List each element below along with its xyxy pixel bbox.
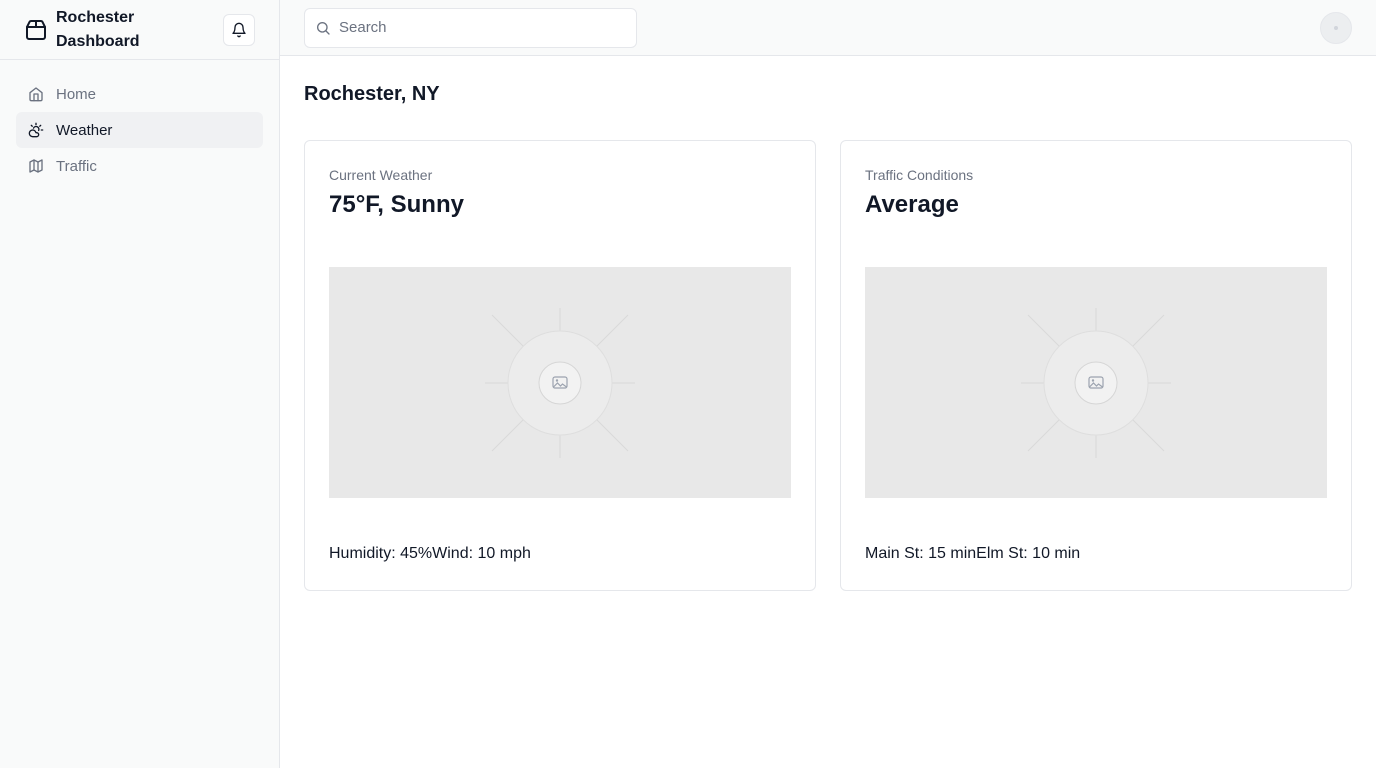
sidebar-item-label: Traffic	[56, 157, 97, 175]
weather-icon	[28, 122, 44, 138]
traffic-card: Traffic Conditions Average Main St: 15 m…	[840, 140, 1352, 591]
main-area: Rochester, NY Current Weather 75°F, Sunn…	[280, 0, 1376, 768]
sidebar-item-label: Home	[56, 85, 97, 103]
app-root: Rochester Dashboard Home Weather Traffic…	[0, 0, 1376, 768]
traffic-image-placeholder	[865, 267, 1327, 498]
card-label: Current Weather	[329, 167, 433, 183]
map-icon	[28, 158, 44, 174]
weather-details: Humidity: 45%Wind: 10 mph	[329, 545, 531, 562]
sidebar-item-label: Weather	[56, 121, 113, 139]
cards-grid: Current Weather 75°F, Sunny Humidity: 45…	[304, 140, 1352, 591]
content: Rochester, NY Current Weather 75°F, Sunn…	[280, 56, 1376, 615]
notifications-button[interactable]	[223, 14, 255, 46]
weather-card: Current Weather 75°F, Sunny Humidity: 45…	[304, 140, 816, 591]
home-icon	[28, 86, 44, 102]
sidebar-nav: Home Weather Traffic	[0, 60, 279, 200]
search-box[interactable]	[304, 7, 637, 48]
page-title: Rochester, NY	[304, 83, 440, 105]
user-avatar-button[interactable]	[1320, 12, 1352, 44]
traffic-details: Main St: 15 minElm St: 10 min	[865, 545, 1081, 562]
sidebar: Rochester Dashboard Home Weather Traffic	[0, 0, 280, 768]
package-icon	[24, 18, 48, 42]
card-value: 75°F, Sunny	[329, 191, 464, 218]
avatar-placeholder-icon	[1334, 26, 1338, 30]
app-title[interactable]: Rochester Dashboard	[56, 6, 166, 54]
weather-image-placeholder	[329, 267, 791, 498]
sidebar-item-home[interactable]: Home	[16, 76, 263, 112]
search-icon	[315, 20, 331, 36]
card-value: Average	[865, 191, 959, 218]
brand-bar: Rochester Dashboard	[0, 0, 279, 60]
sidebar-item-traffic[interactable]: Traffic	[16, 148, 263, 184]
bell-icon	[231, 22, 247, 38]
topbar	[280, 0, 1376, 56]
search-input[interactable]	[339, 19, 619, 36]
image-placeholder-icon	[485, 307, 635, 458]
image-placeholder-icon	[1021, 307, 1171, 458]
sidebar-item-weather[interactable]: Weather	[16, 112, 263, 148]
card-label: Traffic Conditions	[865, 167, 974, 183]
